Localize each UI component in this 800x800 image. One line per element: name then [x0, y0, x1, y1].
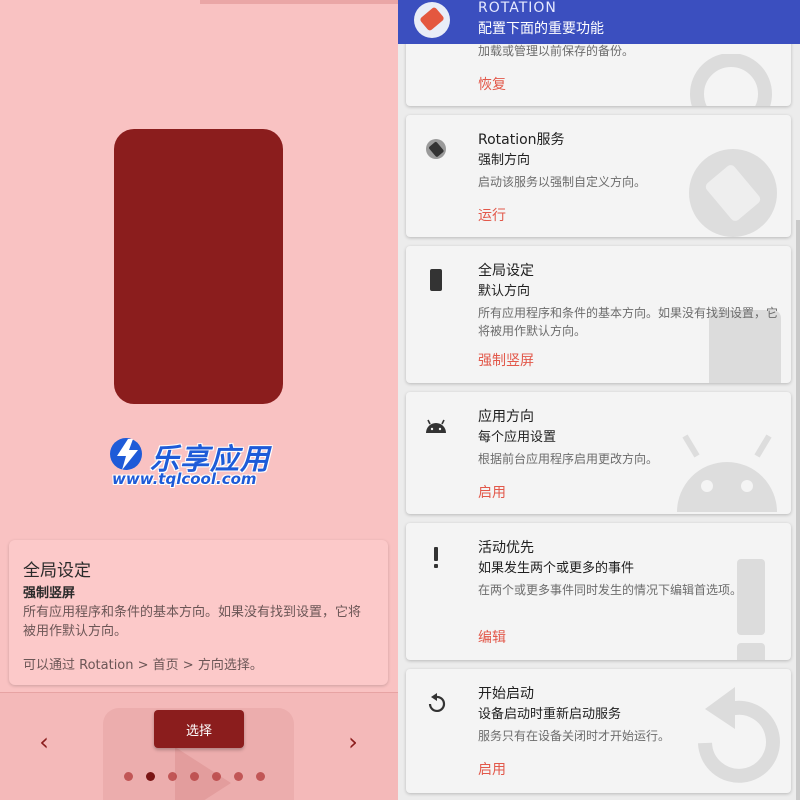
phone-portrait-icon: [430, 269, 442, 291]
card-subtitle: 强制方向: [478, 153, 531, 168]
card-subtitle: 默认方向: [478, 284, 531, 299]
app-subtitle: 配置下面的重要功能: [478, 21, 604, 37]
exclamation-icon: [434, 547, 438, 568]
card-action-force-portrait[interactable]: 强制竖屏: [478, 350, 534, 370]
phone-orientation-preview: [114, 129, 283, 404]
settings-panel: ROTATION 配置下面的重要功能 加载或管理以前保存的备份。 恢复 Rota…: [398, 0, 800, 800]
card-action-restore[interactable]: 恢复: [478, 74, 506, 94]
info-description: 所有应用程序和条件的基本方向。如果没有找到设置，它将被用作默认方向。: [23, 605, 362, 639]
lightning-logo-icon: [110, 438, 142, 470]
card-title: 全局设定: [478, 263, 534, 279]
card-action-run[interactable]: 运行: [478, 205, 506, 225]
onboarding-panel: 乐享应用 www.tqlcool.com 全局设定 强制竖屏 所有应用程序和条件…: [0, 0, 398, 800]
page-dot[interactable]: [190, 772, 199, 781]
card-subtitle: 如果发生两个或更多的事件: [478, 561, 635, 576]
card-subtitle: 设备启动时重新启动服务: [478, 707, 622, 722]
page-indicator: [124, 772, 265, 781]
rotation-service-icon: [426, 139, 446, 159]
watermark-logo: 乐享应用 www.tqlcool.com: [108, 436, 288, 492]
info-title: 全局设定: [23, 561, 91, 581]
card-description: 根据前台应用程序启用更改方向。: [478, 452, 659, 466]
global-setting-card[interactable]: 全局设定 默认方向 所有应用程序和条件的基本方向。如果没有找到设置，它将被用作默…: [406, 246, 791, 383]
card-title: 活动优先: [478, 540, 534, 556]
restore-watermark-icon: [690, 54, 772, 106]
exclamation-watermark-dot: [737, 643, 765, 660]
start-on-boot-card[interactable]: 开始启动 设备启动时重新启动服务 服务只有在设备关闭时才开始运行。 启用: [406, 669, 791, 793]
page-dot[interactable]: [212, 772, 221, 781]
card-title: 开始启动: [478, 686, 534, 702]
info-hint: 可以通过 Rotation > 首页 > 方向选择。: [23, 658, 263, 673]
pager-bar: 选择 ‹ ›: [0, 692, 398, 800]
event-priority-card[interactable]: 活动优先 如果发生两个或更多的事件 在两个或更多事件同时发生的情况下编辑首选项。…: [406, 523, 791, 660]
page-dot[interactable]: [168, 772, 177, 781]
card-description: 在两个或更多事件同时发生的情况下编辑首选项。: [478, 583, 743, 597]
card-action-edit[interactable]: 编辑: [478, 627, 506, 647]
page-dot-active[interactable]: [146, 772, 155, 781]
card-description: 所有应用程序和条件的基本方向。如果没有找到设置，它将被用作默认方向。: [478, 306, 779, 338]
logo-url: www.tqlcool.com: [112, 470, 257, 488]
page-dot[interactable]: [234, 772, 243, 781]
restart-icon: [428, 693, 446, 713]
chevron-right-icon[interactable]: ›: [341, 728, 365, 756]
page-dot[interactable]: [124, 772, 133, 781]
rotation-service-card[interactable]: Rotation服务 强制方向 启动该服务以强制自定义方向。 运行: [406, 115, 791, 237]
info-card: 全局设定 强制竖屏 所有应用程序和条件的基本方向。如果没有找到设置，它将被用作默…: [9, 540, 388, 685]
card-action-enable-boot[interactable]: 启用: [478, 759, 506, 779]
top-divider: [200, 0, 398, 4]
card-description: 启动该服务以强制自定义方向。: [478, 175, 647, 189]
android-icon: [426, 419, 446, 433]
card-title: 应用方向: [478, 409, 534, 425]
app-title: ROTATION: [478, 0, 557, 16]
card-action-enable[interactable]: 启用: [478, 482, 506, 502]
card-description: 服务只有在设备关闭时才开始运行。: [478, 729, 671, 743]
app-bar: ROTATION 配置下面的重要功能: [398, 0, 800, 44]
card-title: Rotation服务: [478, 132, 565, 148]
card-description: 加载或管理以前保存的备份。: [478, 44, 635, 58]
info-subtitle: 强制竖屏: [23, 586, 76, 601]
pager-divider: [0, 692, 398, 693]
card-subtitle: 每个应用设置: [478, 430, 557, 445]
page-dot[interactable]: [256, 772, 265, 781]
select-button[interactable]: 选择: [154, 710, 244, 748]
scrollbar[interactable]: [796, 220, 800, 800]
app-logo-icon: [414, 2, 450, 38]
app-orientation-card[interactable]: 应用方向 每个应用设置 根据前台应用程序启用更改方向。 启用: [406, 392, 791, 514]
chevron-left-icon[interactable]: ‹: [32, 728, 56, 756]
